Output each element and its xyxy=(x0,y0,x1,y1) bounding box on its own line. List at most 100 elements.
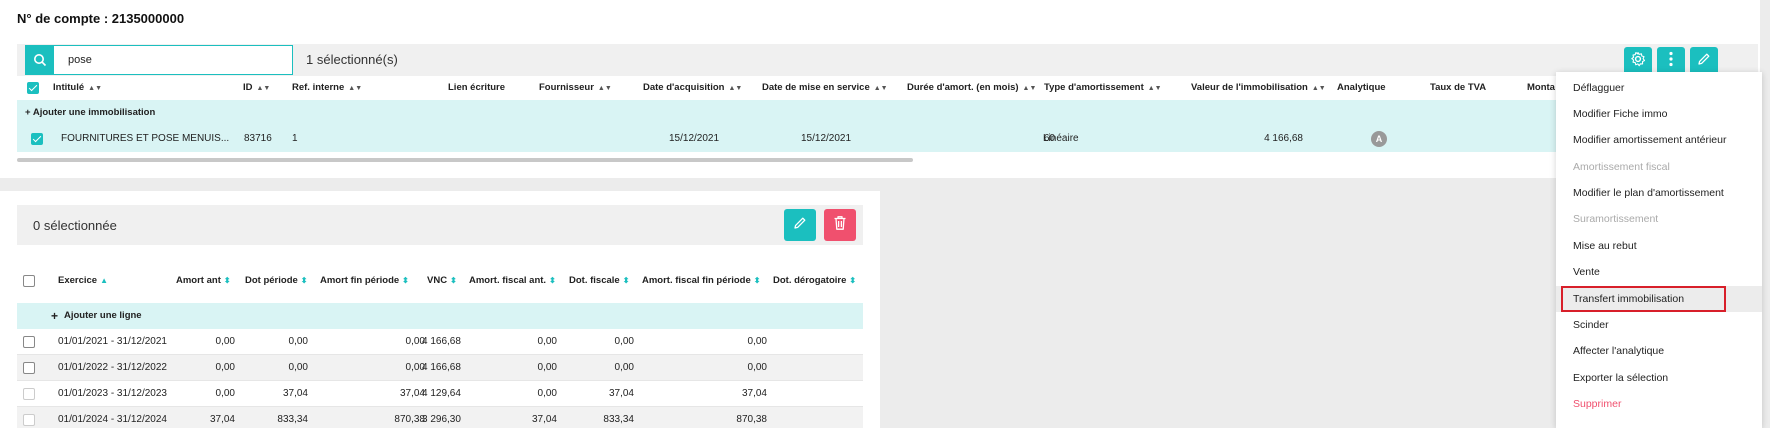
cell-amort-ant: 0,00 xyxy=(215,388,235,399)
cell-fiscal-ant: 0,00 xyxy=(537,362,557,373)
col-fournisseur[interactable]: Fournisseur ▲▼ xyxy=(539,82,612,93)
settings-button[interactable] xyxy=(1624,47,1652,75)
search-icon[interactable] xyxy=(26,46,54,74)
menu-item-modifier-fiche[interactable]: Modifier Fiche immo xyxy=(1556,101,1762,127)
highlight-box xyxy=(1561,286,1726,312)
cell-date-mise-en-service: 15/12/2021 xyxy=(801,133,852,144)
sort-icon: ▲▼ xyxy=(1147,85,1162,92)
col-amort-fiscal-ant[interactable]: Amort. fiscal ant. ⬍ xyxy=(469,275,556,286)
table-row[interactable]: FOURNITURES ET POSE MENUIS... 83716 1 15… xyxy=(17,126,1758,152)
account-title: N° de compte : 2135000000 xyxy=(17,11,185,26)
sort-asc-icon: ▲ xyxy=(100,276,109,285)
depreciation-grid-header: Exercice ▲ Amort ant ⬍ Dot période ⬍ Amort … xyxy=(17,269,863,293)
menu-item-mise-au-rebut[interactable]: Mise au rebut xyxy=(1556,233,1762,259)
menu-item-scinder[interactable]: Scinder xyxy=(1556,312,1762,338)
pencil-icon xyxy=(793,216,807,235)
menu-item-vente[interactable]: Vente xyxy=(1556,259,1762,285)
table-row[interactable]: 01/01/2022 - 31/12/2022 0,00 0,00 0,00 4… xyxy=(17,355,863,381)
col-lien-ecriture[interactable]: Lien écriture xyxy=(448,82,505,93)
cell-amort-ant: 0,00 xyxy=(215,336,235,347)
cell-ref: 1 xyxy=(292,133,298,144)
col-amort-fin[interactable]: Amort fin période ⬍ xyxy=(320,275,409,286)
cell-fiscal-fin: 37,04 xyxy=(741,388,767,399)
sort-icon: ⬍ xyxy=(450,276,457,285)
col-taux-tva[interactable]: Taux de TVA xyxy=(1430,82,1486,93)
gear-icon xyxy=(1630,51,1646,72)
col-montant[interactable]: Monta xyxy=(1527,82,1555,93)
add-line-row[interactable]: + Ajouter une ligne xyxy=(17,303,863,329)
plus-icon: + xyxy=(51,309,59,323)
col-dot-derogatoire[interactable]: Dot. dérogatoire ⬍ xyxy=(773,275,856,286)
menu-item-modifier-plan[interactable]: Modifier le plan d'amortissement xyxy=(1556,180,1762,206)
sort-icon: ⬍ xyxy=(753,276,761,285)
col-amort-fiscal-fin[interactable]: Amort. fiscal fin période ⬍ xyxy=(642,275,760,286)
row-checkbox[interactable] xyxy=(23,388,35,400)
cell-amort-ant: 37,04 xyxy=(209,414,235,425)
col-id[interactable]: ID ▲▼ xyxy=(243,82,270,93)
add-line-label[interactable]: Ajouter une ligne xyxy=(64,310,142,321)
select-all-checkbox[interactable] xyxy=(27,82,39,94)
cell-dot-fiscale: 0,00 xyxy=(614,336,634,347)
cell-valeur: 4 166,68 xyxy=(1264,133,1303,144)
table-row[interactable]: 01/01/2023 - 31/12/2023 0,00 37,04 37,04… xyxy=(17,381,863,407)
sort-icon: ⬍ xyxy=(223,276,231,285)
col-duree-amort[interactable]: Durée d'amort. (en mois) ▲▼ xyxy=(907,82,1036,93)
cell-amort-fin: 870,38 xyxy=(394,414,425,425)
table-row[interactable]: 01/01/2024 - 31/12/2024 37,04 833,34 870… xyxy=(17,407,863,428)
cell-intitule: FOURNITURES ET POSE MENUIS... xyxy=(61,133,230,144)
actions-menu: Déflagguer Modifier Fiche immo Modifier … xyxy=(1556,72,1762,428)
cell-vnc: 4 166,68 xyxy=(422,362,461,373)
menu-item-deflagguer[interactable]: Déflagguer xyxy=(1556,75,1762,101)
cell-fiscal-ant: 0,00 xyxy=(537,336,557,347)
col-dot-periode[interactable]: Dot période ⬍ xyxy=(245,275,307,286)
row-checkbox[interactable] xyxy=(23,362,35,374)
col-exercice[interactable]: Exercice ▲ xyxy=(58,275,108,286)
col-valeur-immo[interactable]: Valeur de l'immobilisation ▲▼ xyxy=(1191,82,1326,93)
cell-dot-periode: 0,00 xyxy=(288,336,308,347)
more-vertical-icon xyxy=(1669,51,1673,72)
cell-vnc: 4 129,64 xyxy=(422,388,461,399)
horizontal-scrollbar[interactable] xyxy=(17,158,913,162)
menu-item-supprimer[interactable]: Supprimer xyxy=(1556,391,1762,417)
select-all-lines-checkbox[interactable] xyxy=(23,275,35,287)
cell-fiscal-ant: 0,00 xyxy=(537,388,557,399)
table-row[interactable]: 01/01/2021 - 31/12/2021 0,00 0,00 0,00 4… xyxy=(17,329,863,355)
col-intitule[interactable]: Intitulé ▲▼ xyxy=(53,82,102,93)
cell-fiscal-fin: 0,00 xyxy=(747,336,767,347)
edit-button[interactable] xyxy=(1690,47,1718,75)
cell-exercice: 01/01/2024 - 31/12/2024 xyxy=(58,414,167,425)
selected-count-lower: 0 sélectionnée xyxy=(33,218,117,233)
add-immobilisation-row[interactable]: + Ajouter une immobilisation xyxy=(17,100,1758,126)
row-checkbox[interactable] xyxy=(31,133,43,145)
col-date-acquisition[interactable]: Date d'acquisition ▲▼ xyxy=(643,82,742,93)
col-amort-ant[interactable]: Amort ant ⬍ xyxy=(176,275,231,286)
col-type-amort[interactable]: Type d'amortissement ▲▼ xyxy=(1044,82,1162,93)
edit-line-button[interactable] xyxy=(784,209,816,241)
sort-icon: ▲▼ xyxy=(1022,85,1037,92)
col-ref-interne[interactable]: Ref. interne ▲▼ xyxy=(292,82,362,93)
row-checkbox[interactable] xyxy=(23,336,35,348)
col-dot-fiscale[interactable]: Dot. fiscale ⬍ xyxy=(569,275,629,286)
cell-id: 83716 xyxy=(244,133,272,144)
menu-item-affecter-analytique[interactable]: Affecter l'analytique xyxy=(1556,338,1762,364)
depreciation-toolbar: 0 sélectionnée xyxy=(17,205,863,245)
cell-vnc: 4 166,68 xyxy=(422,336,461,347)
cell-dot-periode: 37,04 xyxy=(282,388,308,399)
search-input[interactable] xyxy=(54,54,284,66)
menu-item-transfert[interactable]: Transfert immobilisation xyxy=(1556,286,1762,312)
add-immobilisation-label[interactable]: + Ajouter une immobilisation xyxy=(25,107,155,118)
assets-panel: N° de compte : 2135000000 1 sélectionné(… xyxy=(0,0,1760,178)
row-checkbox[interactable] xyxy=(23,414,35,426)
cell-dot-fiscale: 37,04 xyxy=(608,388,634,399)
more-actions-button[interactable] xyxy=(1657,47,1685,75)
cell-dot-fiscale: 833,34 xyxy=(603,414,634,425)
cell-type: Linéaire xyxy=(1043,133,1079,144)
menu-item-exporter[interactable]: Exporter la sélection xyxy=(1556,365,1762,391)
analytique-badge[interactable]: A xyxy=(1371,131,1387,147)
col-analytique[interactable]: Analytique xyxy=(1337,82,1386,93)
search-box xyxy=(25,45,293,75)
menu-item-modifier-amort-anterieur[interactable]: Modifier amortissement antérieur xyxy=(1556,127,1762,153)
delete-line-button[interactable] xyxy=(824,209,856,241)
col-date-mise-en-service[interactable]: Date de mise en service ▲▼ xyxy=(762,82,888,93)
col-vnc[interactable]: VNC ⬍ xyxy=(427,275,457,286)
